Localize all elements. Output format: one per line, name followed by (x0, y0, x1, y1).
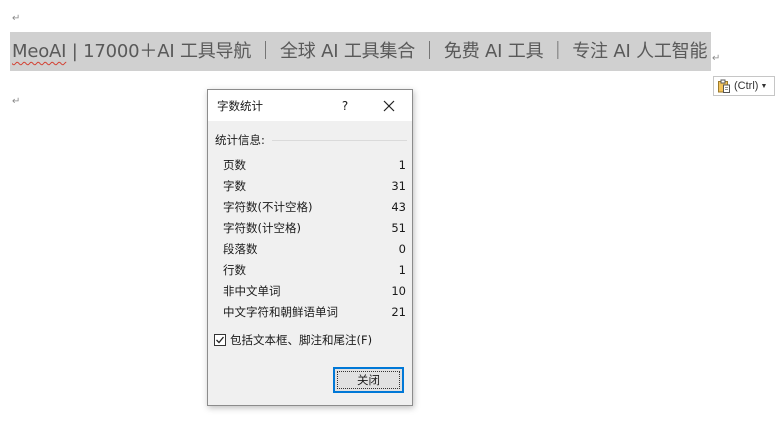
stat-value: 0 (398, 242, 406, 256)
stat-label: 字符数(不计空格) (223, 200, 313, 214)
stat-value: 1 (398, 263, 406, 277)
stat-value: 43 (391, 200, 406, 214)
stat-value: 1 (398, 158, 406, 172)
stat-label: 字数 (223, 179, 246, 193)
paragraph-mark: ↵ (712, 53, 721, 64)
paste-options-button[interactable]: (Ctrl) ▼ (713, 76, 775, 96)
paste-options-label: (Ctrl) (734, 80, 759, 92)
stat-label: 中文字符和朝鲜语单词 (223, 305, 338, 319)
stat-row-non-asian-words: 非中文单词 10 (223, 282, 406, 300)
help-button[interactable]: ? (335, 97, 355, 115)
include-textboxes-checkbox[interactable]: 包括文本框、脚注和尾注(F) (214, 332, 372, 348)
stat-label: 字符数(计空格) (223, 221, 301, 235)
document-line[interactable]: MeoAI | 17000＋AI 工具导航 ｜ 全球 AI 工具集合 ｜ 免费 … (12, 32, 707, 71)
stat-label: 页数 (223, 158, 246, 172)
close-button[interactable]: 关闭 (333, 367, 404, 393)
stat-value: 31 (391, 179, 406, 193)
stat-label: 非中文单词 (223, 284, 281, 298)
stat-value: 51 (391, 221, 406, 235)
stat-row-paragraphs: 段落数 0 (223, 240, 406, 258)
document-line-text: | 17000＋AI 工具导航 ｜ 全球 AI 工具集合 ｜ 免费 AI 工具 … (66, 41, 708, 62)
close-icon[interactable] (378, 96, 400, 116)
stat-row-pages: 页数 1 (223, 156, 406, 174)
paragraph-mark: ↵ (12, 96, 21, 107)
dialog-title-bar[interactable]: 字数统计 ? (208, 90, 412, 121)
section-divider (272, 140, 407, 141)
word-count-dialog: 字数统计 ? 统计信息: 页数 1 字数 31 字符数(不计空格) 43 字符数… (207, 89, 413, 406)
chevron-down-icon: ▼ (760, 82, 768, 90)
stat-value: 10 (391, 284, 406, 298)
checkbox[interactable] (214, 334, 226, 346)
document-page[interactable]: ↵ MeoAI | 17000＋AI 工具导航 ｜ 全球 AI 工具集合 ｜ 免… (0, 0, 778, 428)
stat-value: 21 (391, 305, 406, 319)
stat-row-lines: 行数 1 (223, 261, 406, 279)
stat-row-words: 字数 31 (223, 177, 406, 195)
checkbox-label: 包括文本框、脚注和尾注(F) (230, 333, 373, 347)
stat-row-asian-chars: 中文字符和朝鲜语单词 21 (223, 303, 406, 321)
stat-label: 段落数 (223, 242, 258, 256)
misspelled-word[interactable]: MeoAI (12, 41, 66, 62)
paragraph-mark: ↵ (12, 13, 21, 24)
stat-label: 行数 (223, 263, 246, 277)
stat-row-chars-no-spaces: 字符数(不计空格) 43 (223, 198, 406, 216)
stat-row-chars-with-spaces: 字符数(计空格) 51 (223, 219, 406, 237)
clipboard-icon (717, 79, 731, 93)
statistics-section-label: 统计信息: (215, 133, 265, 147)
dialog-title: 字数统计 (217, 99, 263, 113)
